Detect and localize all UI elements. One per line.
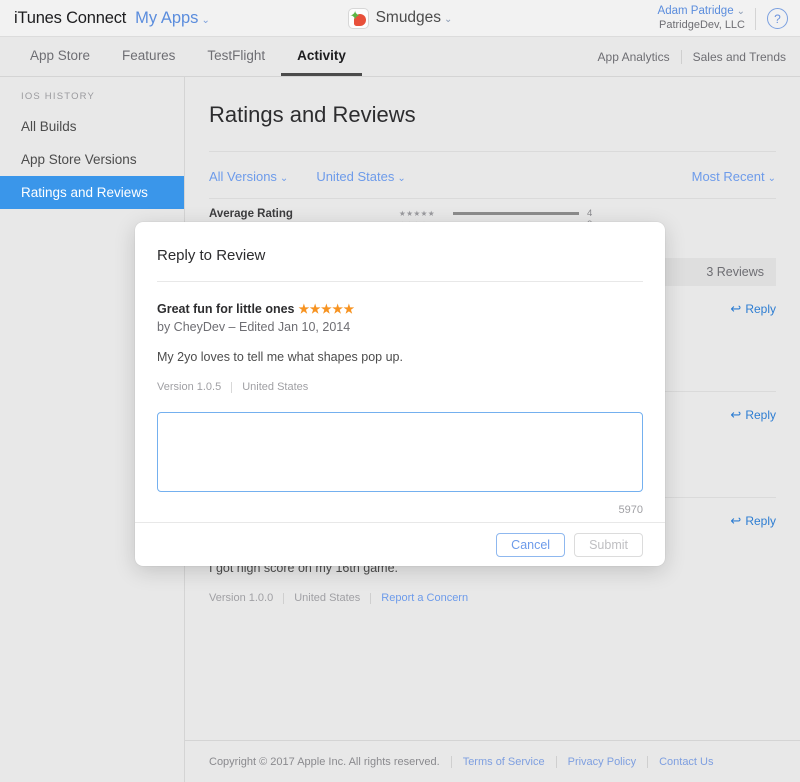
- rating-bar-track: [453, 212, 579, 215]
- dialog-review-author: by CheyDev – Edited Jan 10, 2014: [157, 320, 643, 334]
- chevron-down-icon: ⌄: [768, 173, 776, 184]
- filter-territory[interactable]: United States⌄: [316, 169, 405, 184]
- submit-button[interactable]: Submit: [574, 533, 643, 557]
- reply-button[interactable]: ↩ Reply: [730, 407, 776, 423]
- dialog-review-territory: United States: [242, 381, 308, 393]
- chevron-down-icon: ⌄: [280, 173, 288, 184]
- global-header: iTunes Connect My Apps⌄ ✦ Smudges⌄ Adam …: [0, 0, 800, 37]
- itunes-connect-page: iTunes Connect My Apps⌄ ✦ Smudges⌄ Adam …: [0, 0, 800, 782]
- reply-to-review-dialog: Reply to Review Great fun for little one…: [135, 222, 665, 566]
- footer-divider: [451, 756, 452, 768]
- reply-button[interactable]: ↩ Reply: [730, 301, 776, 317]
- reply-label: Reply: [745, 408, 776, 422]
- dialog-review-body: My 2yo loves to tell me what shapes pop …: [157, 350, 643, 364]
- review-territory: United States: [294, 592, 360, 604]
- sidebar-item-app-store-versions[interactable]: App Store Versions: [0, 143, 184, 176]
- nav-link-divider: [681, 50, 682, 64]
- link-contact-us[interactable]: Contact Us: [659, 756, 713, 768]
- page-title: Ratings and Reviews: [209, 77, 776, 152]
- header-divider: [755, 8, 756, 30]
- sidebar-heading-ios-history: iOS HISTORY: [0, 91, 184, 110]
- app-nav-bar: App Store Features TestFlight Activity A…: [0, 37, 800, 77]
- app-name-menu[interactable]: Smudges⌄: [376, 9, 453, 27]
- reply-label: Reply: [745, 302, 776, 316]
- dialog-review-stars: ★★★★★: [299, 302, 355, 316]
- report-a-concern-link[interactable]: Report a Concern: [381, 592, 468, 604]
- tab-testflight[interactable]: TestFlight: [191, 37, 281, 76]
- filter-sort-order[interactable]: Most Recent⌄: [692, 169, 776, 184]
- reply-textarea[interactable]: [157, 412, 643, 492]
- reply-button[interactable]: ↩ Reply: [730, 513, 776, 529]
- app-name-label: Smudges: [376, 9, 441, 26]
- help-icon[interactable]: ?: [767, 8, 788, 29]
- sidebar-item-all-builds[interactable]: All Builds: [0, 110, 184, 143]
- rating-bar-count: 4: [587, 208, 592, 219]
- tab-features[interactable]: Features: [106, 37, 191, 76]
- review-meta: Version 1.0.0 United States Report a Con…: [209, 592, 776, 604]
- tab-app-store[interactable]: App Store: [14, 37, 106, 76]
- my-apps-label: My Apps: [135, 9, 198, 27]
- reply-label: Reply: [745, 514, 776, 528]
- app-icon-star: ✦: [350, 9, 361, 22]
- link-sales-and-trends[interactable]: Sales and Trends: [693, 50, 786, 64]
- filter-versions[interactable]: All Versions⌄: [209, 169, 288, 184]
- filter-bar: All Versions⌄ United States⌄ Most Recent…: [209, 152, 776, 198]
- copyright-text: Copyright © 2017 Apple Inc. All rights r…: [209, 756, 440, 768]
- rating-bar-row: ★★★★★ 4: [399, 208, 776, 219]
- dialog-review-version: Version 1.0.5: [157, 381, 221, 393]
- page-footer: Copyright © 2017 Apple Inc. All rights r…: [185, 740, 800, 782]
- account-area: Adam Patridge⌄ PatridgeDev, LLC ?: [658, 0, 788, 37]
- cancel-button[interactable]: Cancel: [496, 533, 565, 557]
- reviews-count: 3 Reviews: [706, 265, 764, 279]
- dialog-body: Great fun for little ones★★★★★ by CheyDe…: [135, 282, 665, 522]
- character-counter: 5970: [157, 504, 643, 516]
- chevron-down-icon: ⌄: [397, 173, 405, 184]
- average-rating-label: Average Rating: [209, 208, 399, 220]
- meta-divider: [283, 593, 284, 604]
- meta-divider: [231, 382, 232, 393]
- footer-divider: [647, 756, 648, 768]
- review-version: Version 1.0.0: [209, 592, 273, 604]
- link-terms-of-service[interactable]: Terms of Service: [463, 756, 545, 768]
- footer-divider: [556, 756, 557, 768]
- nav-secondary-links: App Analytics Sales and Trends: [598, 37, 786, 77]
- dialog-footer: Cancel Submit: [135, 522, 665, 566]
- chevron-down-icon: ⌄: [201, 15, 209, 26]
- link-app-analytics[interactable]: App Analytics: [598, 50, 670, 64]
- smudges-app-icon: ✦: [348, 8, 369, 29]
- chevron-down-icon: ⌄: [444, 14, 452, 25]
- account-name: Adam Patridge⌄: [658, 4, 745, 19]
- sidebar-item-ratings-and-reviews[interactable]: Ratings and Reviews: [0, 176, 184, 209]
- account-org: PatridgeDev, LLC: [658, 19, 745, 33]
- dialog-review-meta: Version 1.0.5 United States: [157, 381, 643, 393]
- brand-itunes-connect[interactable]: iTunes Connect: [14, 9, 126, 28]
- link-privacy-policy[interactable]: Privacy Policy: [568, 756, 636, 768]
- meta-divider: [370, 593, 371, 604]
- dialog-title: Reply to Review: [157, 222, 643, 282]
- tab-activity[interactable]: Activity: [281, 37, 362, 76]
- account-menu[interactable]: Adam Patridge⌄ PatridgeDev, LLC: [658, 4, 745, 32]
- app-nav-tabs: App Store Features TestFlight Activity: [14, 37, 362, 76]
- my-apps-menu[interactable]: My Apps⌄: [135, 9, 210, 28]
- reply-arrow-icon: ↩: [730, 513, 741, 529]
- rating-bar-stars: ★★★★★: [399, 209, 445, 218]
- dialog-review-title: Great fun for little ones★★★★★: [157, 302, 643, 316]
- reply-arrow-icon: ↩: [730, 301, 741, 317]
- chevron-down-icon: ⌄: [737, 6, 745, 17]
- reply-arrow-icon: ↩: [730, 407, 741, 423]
